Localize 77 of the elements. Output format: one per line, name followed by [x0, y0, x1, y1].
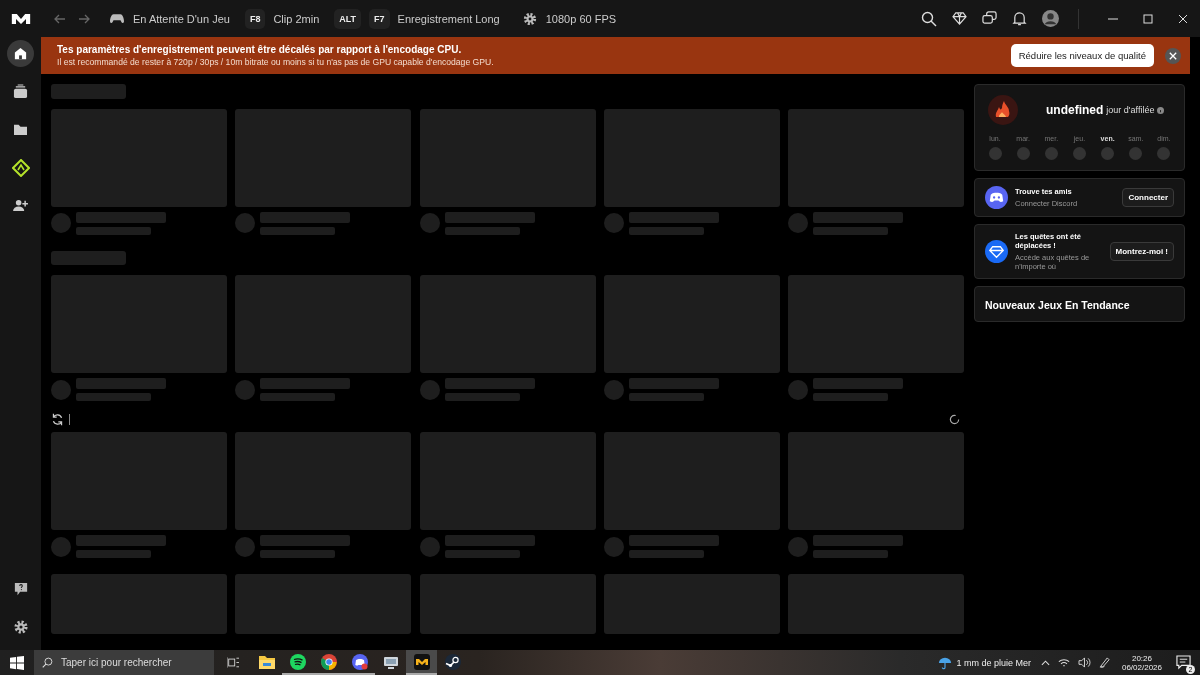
quality-setting[interactable]: 1080p 60 FPS	[545, 12, 617, 25]
placeholder-avatar	[51, 213, 71, 233]
placeholder-avatar	[235, 379, 256, 400]
umbrella-icon	[938, 655, 953, 670]
add-user-icon	[13, 199, 28, 212]
day-dot	[1072, 147, 1086, 160]
banner-title: Tes paramètres d'enregistrement peuvent être décalés par rapport à l'encodage CPU.	[57, 44, 463, 55]
diamond-logo-icon	[11, 158, 30, 177]
placeholder-avatar	[788, 536, 809, 557]
clock-time[interactable]: 20:26	[1131, 653, 1152, 663]
chevron-up-icon[interactable]	[1040, 659, 1050, 666]
placeholder-avatar	[235, 536, 256, 557]
key-badge: F8	[244, 8, 266, 29]
day-dot	[1157, 147, 1171, 160]
windows-start-icon[interactable]	[10, 655, 24, 670]
back-arrow-icon[interactable]	[54, 12, 66, 25]
flame-icon	[988, 95, 1018, 125]
chat-bubbles-icon[interactable]	[982, 11, 997, 26]
house-icon	[13, 46, 28, 61]
day-dot	[1129, 147, 1143, 160]
show-me-button[interactable]: Montrez-moi !	[1109, 242, 1174, 261]
key-badge: ALT	[334, 8, 362, 29]
trending-title: Nouveaux Jeux En Tendance	[985, 299, 1130, 311]
loading-spinner-icon	[949, 414, 960, 425]
gamepad-icon	[110, 13, 124, 24]
wifi-icon[interactable]	[1057, 657, 1070, 668]
folder-icon	[13, 123, 28, 136]
game-controller-icon	[985, 186, 1008, 209]
banner-message: Il est recommandé de rester à 720p / 30ps / 10m bitrate ou moins si tu n'as pas de GPU capable d'encodage GPU.	[57, 57, 495, 67]
game-status: En Attente D'un Jeu	[133, 12, 230, 25]
placeholder-avatar	[788, 213, 809, 233]
forward-arrow-icon[interactable]	[78, 12, 90, 25]
maximize-icon[interactable]	[1143, 13, 1153, 24]
placeholder-avatar	[51, 536, 71, 557]
placeholder-avatar	[235, 213, 256, 233]
shortcut-label: Clip 2min	[273, 12, 320, 25]
shortcut-label: Enregistrement Long	[397, 12, 500, 25]
placeholder-avatar	[788, 379, 809, 400]
settings-icon	[13, 619, 28, 634]
weather-text[interactable]: 1 mm de pluie Mer	[956, 657, 1031, 668]
close-icon	[1169, 51, 1177, 60]
placeholder-avatar	[51, 379, 71, 400]
gear-icon[interactable]	[522, 11, 537, 26]
connect-button[interactable]: Connecter	[1122, 188, 1174, 207]
text-cursor	[69, 414, 70, 425]
refresh-icon[interactable]	[51, 413, 64, 426]
info-icon[interactable]	[1157, 106, 1165, 114]
clapperboard-icon	[13, 84, 28, 99]
pen-icon[interactable]	[1098, 657, 1110, 668]
day-dot	[1016, 147, 1030, 160]
streak-label: jour d'affilée	[1106, 105, 1155, 115]
placeholder-avatar	[603, 379, 624, 400]
day-dot	[1044, 147, 1058, 160]
placeholder-avatar	[419, 536, 440, 557]
medal-app-icon[interactable]	[406, 650, 437, 675]
day-dot	[1101, 147, 1115, 160]
placeholder-avatar	[419, 379, 440, 400]
key-badge: F7	[369, 8, 390, 29]
clock-date[interactable]: 06/02/2026	[1121, 662, 1162, 672]
avatar-icon[interactable]	[1042, 10, 1059, 27]
speaker-icon[interactable]	[1077, 657, 1091, 668]
day-dot	[988, 147, 1002, 160]
search-icon[interactable]	[921, 10, 937, 27]
close-icon[interactable]	[1178, 13, 1188, 24]
help-icon	[13, 581, 28, 596]
placeholder-avatar	[419, 213, 440, 233]
bell-icon[interactable]	[1012, 11, 1027, 26]
task-view-icon[interactable]	[227, 657, 239, 668]
streak-count: undefined	[1046, 103, 1104, 117]
placeholder-avatar	[603, 536, 624, 557]
taskbar-search-field[interactable]: Taper ici pour rechercher	[34, 650, 214, 675]
close-banner-button[interactable]	[1165, 47, 1181, 64]
app-logo-icon[interactable]	[11, 11, 31, 26]
diamond-icon[interactable]	[952, 12, 967, 25]
reduce-quality-button[interactable]: Réduire les niveaux de qualité	[1010, 44, 1154, 67]
placeholder-avatar	[603, 213, 624, 233]
home-nav-item[interactable]	[7, 40, 34, 67]
